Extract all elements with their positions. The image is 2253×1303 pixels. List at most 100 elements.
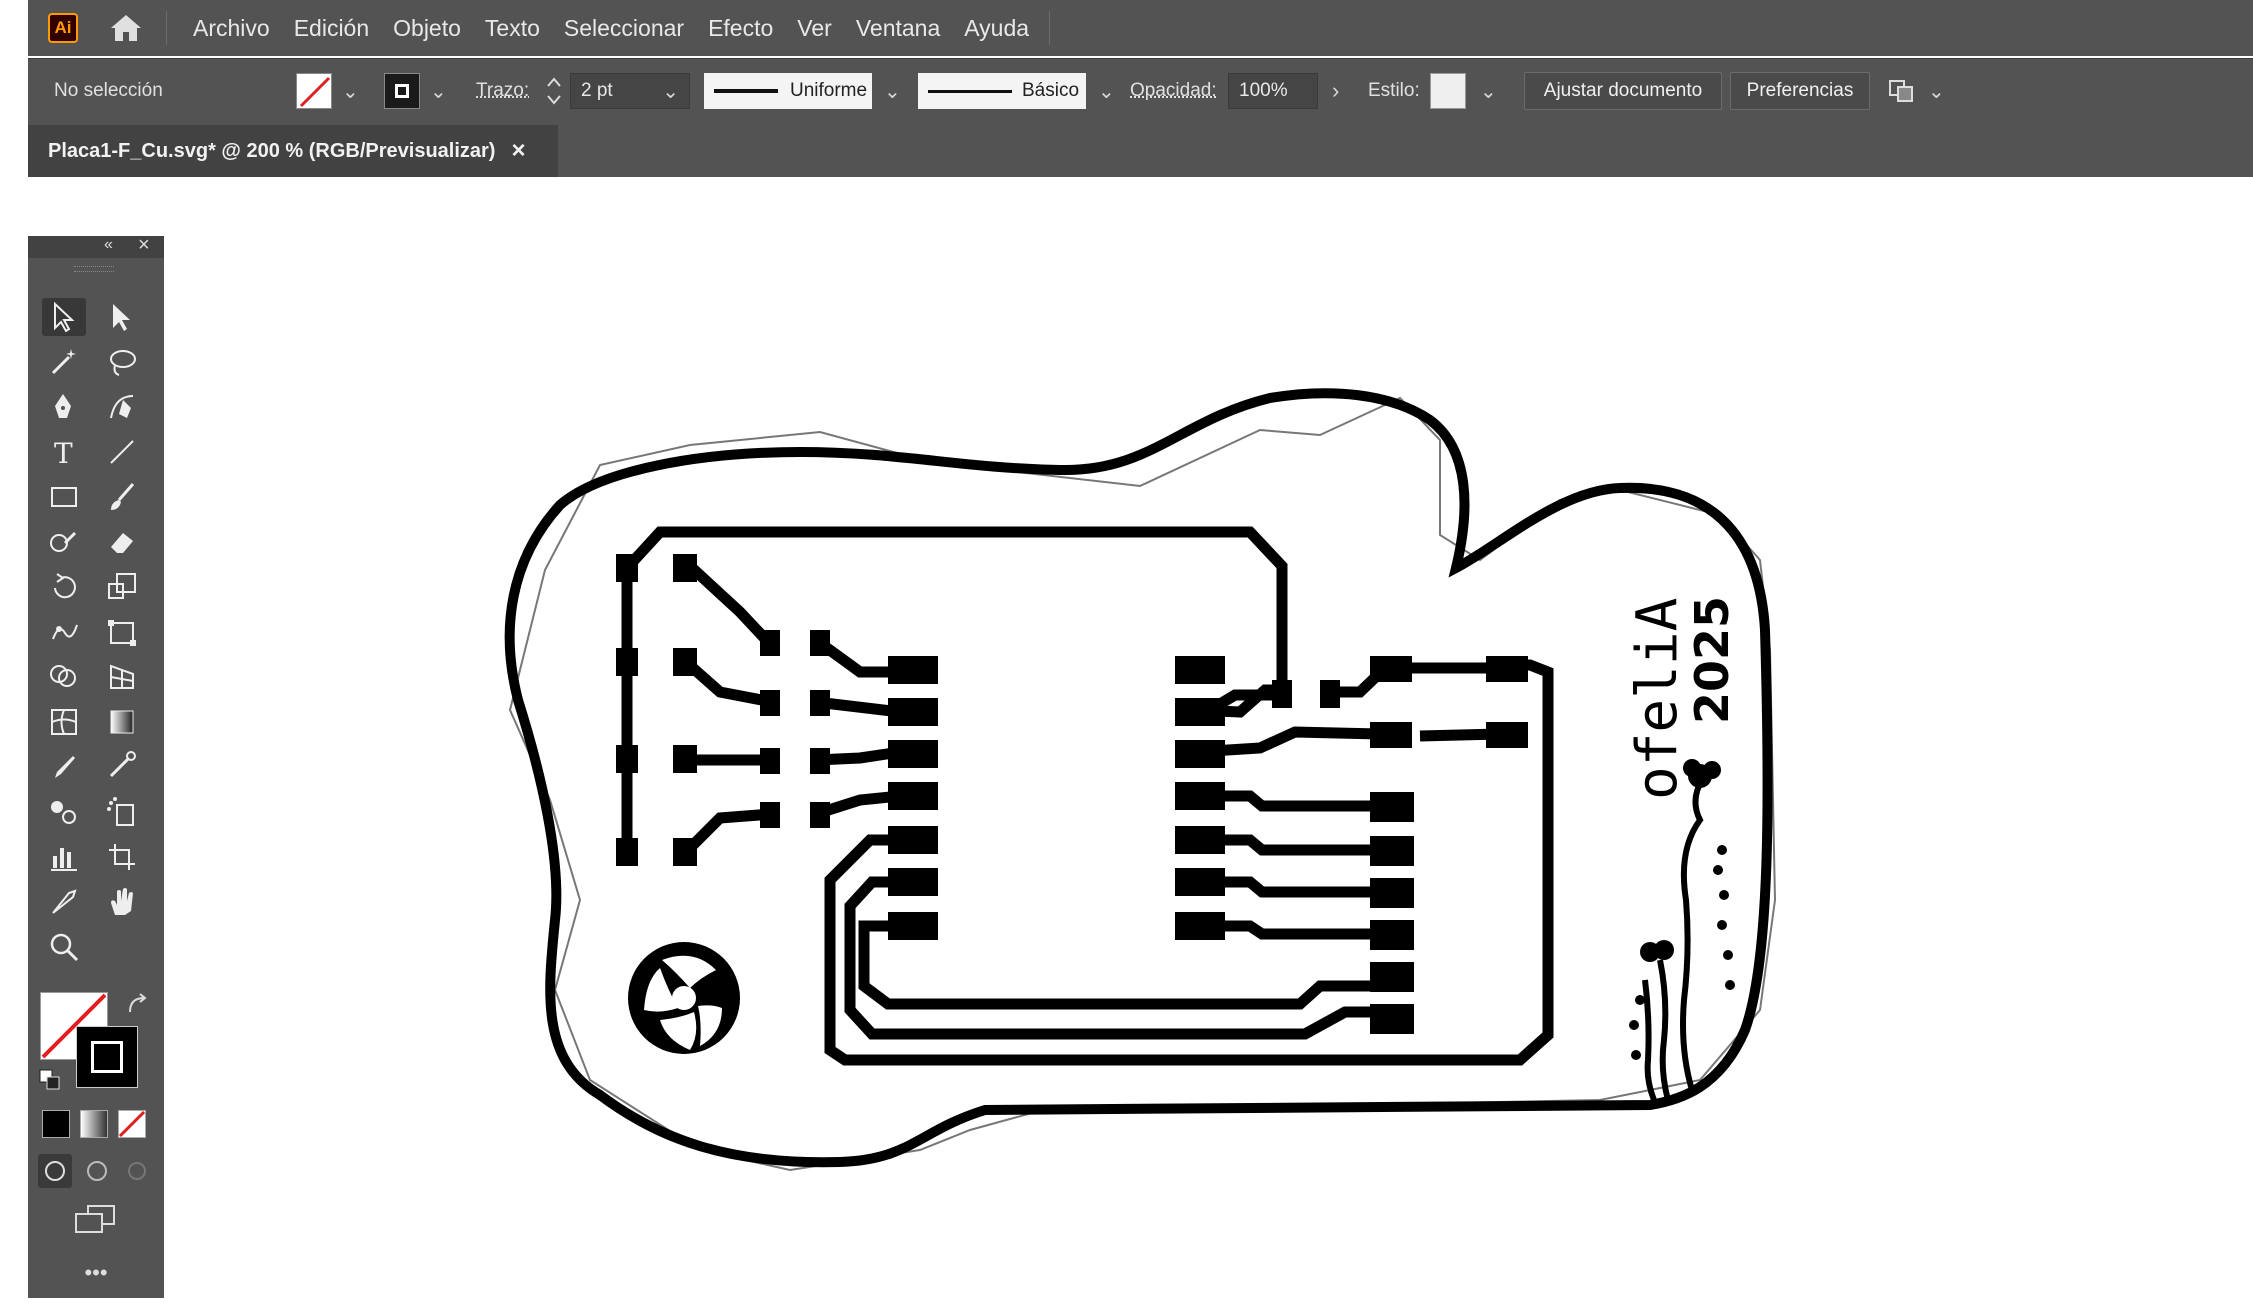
chevron-down-icon[interactable]: ⌄ [430,79,447,104]
chevron-down-icon[interactable]: ⌄ [1098,79,1115,104]
pcb-artwork[interactable]: ofeliA 2025 [164,177,2253,1298]
edit-toolbar-icon[interactable]: ••• [28,1260,164,1286]
menu-item[interactable]: Archivo [193,15,270,42]
puppet-warp-tool-icon[interactable] [42,613,86,651]
preferences-button[interactable]: Preferencias [1730,72,1870,110]
graph-tool-icon[interactable] [42,838,86,876]
menu-item[interactable]: Ayuda [964,15,1029,42]
line-tool-icon[interactable] [100,433,144,471]
chevron-down-icon[interactable]: ⌄ [662,79,679,104]
close-tab-icon[interactable]: × [511,137,525,165]
arrange-documents[interactable]: ⌄ [1886,71,1945,111]
menu-bar: Ai Archivo Edición Objeto Texto Seleccionar E… [28,0,2253,56]
stroke-label[interactable]: Trazo: [476,80,529,102]
draw-behind-icon[interactable] [80,1154,114,1188]
mesh-tool-icon[interactable] [42,703,86,741]
menu-item[interactable]: Texto [485,15,540,42]
artwork-year[interactable]: 2025 [1685,596,1739,724]
collapse-panel-icon[interactable]: « [104,236,113,254]
stroke-profile-label: Uniforme [790,80,867,102]
artwork-name[interactable]: ofeliA [1625,598,1690,800]
panel-grip[interactable] [74,266,114,272]
menu-separator [166,11,167,45]
draw-normal-icon[interactable] [38,1154,72,1188]
default-fill-stroke-icon[interactable] [38,1068,62,1092]
artboard-tool-icon[interactable] [100,838,144,876]
none-fill-icon [296,73,332,109]
stepper-arrows-icon[interactable] [544,73,564,109]
screen-mode-icon[interactable] [72,1202,118,1238]
measure-tool-icon[interactable] [100,748,144,786]
chevron-right-icon[interactable]: › [1332,78,1339,104]
flower-decoration[interactable] [1645,780,1702,1100]
eyedropper-tool-icon[interactable] [42,748,86,786]
menu-item[interactable]: Efecto [708,15,773,42]
stroke-indicator[interactable] [76,1026,138,1088]
fill-swatch[interactable]: ⌄ [296,71,359,111]
opacity-value[interactable]: 100% [1228,73,1318,109]
menu-item[interactable]: Edición [294,15,369,42]
stroke-weight-stepper[interactable]: 2 pt ⌄ [544,71,690,111]
shaper-tool-icon[interactable] [42,523,86,561]
opacity-label[interactable]: Opacidad: [1130,80,1217,102]
arrange-documents-icon[interactable] [1886,75,1918,107]
tools-panel-header[interactable]: « × [28,236,164,258]
selection-status: No selección [54,71,163,111]
gradient-tool-icon[interactable] [100,703,144,741]
chevron-down-icon[interactable]: ⌄ [342,79,359,104]
canvas[interactable]: ofeliA 2025 [164,177,2253,1298]
eraser-tool-icon[interactable] [100,523,144,561]
guide-outline[interactable] [510,398,1775,1170]
chevron-down-icon[interactable]: ⌄ [1928,79,1945,104]
paintbrush-tool-icon[interactable] [100,478,144,516]
zoom-tool-icon[interactable] [42,928,86,966]
control-bar: No selección ⌄ ⌄ Trazo: 2 pt ⌄ Uniforme … [28,58,2253,126]
curvature-tool-icon[interactable] [100,388,144,426]
chevron-down-icon[interactable]: ⌄ [1480,79,1497,104]
pen-tool-icon[interactable] [42,388,86,426]
tools-panel: « × T ••• [28,236,165,1298]
illustrator-window: Ai Archivo Edición Objeto Texto Seleccionar E… [28,0,2253,1298]
document-tab[interactable]: Placa1-F_Cu.svg* @ 200 % (RGB/Previsuali… [28,125,558,177]
pcb-logo[interactable] [628,942,740,1054]
style-picker[interactable]: ⌄ [1430,71,1497,111]
menu-item[interactable]: Ventana [856,15,940,42]
variable-width-profile[interactable]: Uniforme ⌄ [704,71,901,111]
none-mode-button[interactable] [118,1110,146,1138]
shape-builder-tool-icon[interactable] [42,658,86,696]
close-panel-icon[interactable]: × [138,234,150,257]
perspective-grid-tool-icon[interactable] [100,658,144,696]
menu-item[interactable]: Ver [797,15,832,42]
lasso-tool-icon[interactable] [100,343,144,381]
stroke-swatch[interactable]: ⌄ [384,71,447,111]
document-setup-button[interactable]: Ajustar documento [1524,72,1722,110]
brush-definition[interactable]: Básico ⌄ [918,71,1115,111]
app-logo: Ai [48,13,78,43]
free-transform-tool-icon[interactable] [100,613,144,651]
draw-inside-icon[interactable] [120,1154,154,1188]
rotate-tool-icon[interactable] [42,568,86,606]
home-icon[interactable] [108,12,144,44]
opacity-field[interactable]: 100% › [1228,71,1339,111]
swap-fill-stroke-icon[interactable] [124,992,150,1018]
menu-item[interactable]: Objeto [393,15,461,42]
type-tool-icon[interactable]: T [42,433,86,471]
rectangle-tool-icon[interactable] [42,478,86,516]
scale-tool-icon[interactable] [100,568,144,606]
menu-item[interactable]: Seleccionar [564,15,684,42]
hand-tool-icon[interactable] [100,883,144,921]
symbol-sprayer-tool-icon[interactable] [100,793,144,831]
stroke-weight-field[interactable]: 2 pt ⌄ [570,73,690,109]
magic-wand-tool-icon[interactable] [42,343,86,381]
color-mode-button[interactable] [42,1110,70,1138]
slice-tool-icon[interactable] [42,883,86,921]
blend-tool-icon[interactable] [42,793,86,831]
selection-tool-icon[interactable] [42,298,86,336]
document-tab-bar: Placa1-F_Cu.svg* @ 200 % (RGB/Previsuali… [28,125,2253,177]
chevron-down-icon[interactable]: ⌄ [884,79,901,104]
stroke-color-icon [384,73,420,109]
gradient-mode-button[interactable] [80,1110,108,1138]
style-label: Estilo: [1368,80,1420,102]
direct-selection-tool-icon[interactable] [100,298,144,336]
style-swatch[interactable] [1430,73,1466,109]
